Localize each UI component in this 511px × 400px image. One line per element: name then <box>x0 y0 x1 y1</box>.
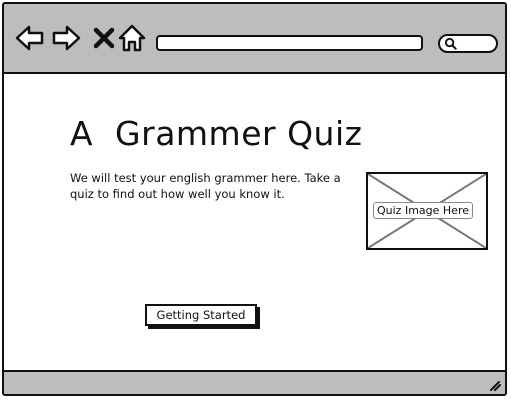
home-button[interactable] <box>116 22 148 54</box>
page-content: A Grammer Quiz We will test your english… <box>4 74 505 374</box>
arrow-right-icon <box>52 25 81 51</box>
page-description: We will test your english grammer here. … <box>70 171 341 201</box>
search-icon <box>444 37 457 50</box>
arrow-left-icon <box>15 25 44 51</box>
browser-window: A Grammer Quiz We will test your english… <box>2 2 507 396</box>
image-placeholder-label: Quiz Image Here <box>373 202 473 219</box>
home-icon <box>118 24 146 52</box>
address-bar[interactable] <box>156 35 423 51</box>
getting-started-button[interactable]: Getting Started <box>145 304 257 326</box>
browser-toolbar <box>4 4 505 74</box>
quiz-image-placeholder: Quiz Image Here <box>366 172 488 250</box>
forward-button[interactable] <box>50 22 82 54</box>
page-title: A Grammer Quiz <box>70 114 363 153</box>
search-field[interactable] <box>438 34 498 53</box>
status-bar <box>4 370 505 394</box>
resize-grip-icon[interactable] <box>487 377 501 391</box>
back-button[interactable] <box>14 22 46 54</box>
